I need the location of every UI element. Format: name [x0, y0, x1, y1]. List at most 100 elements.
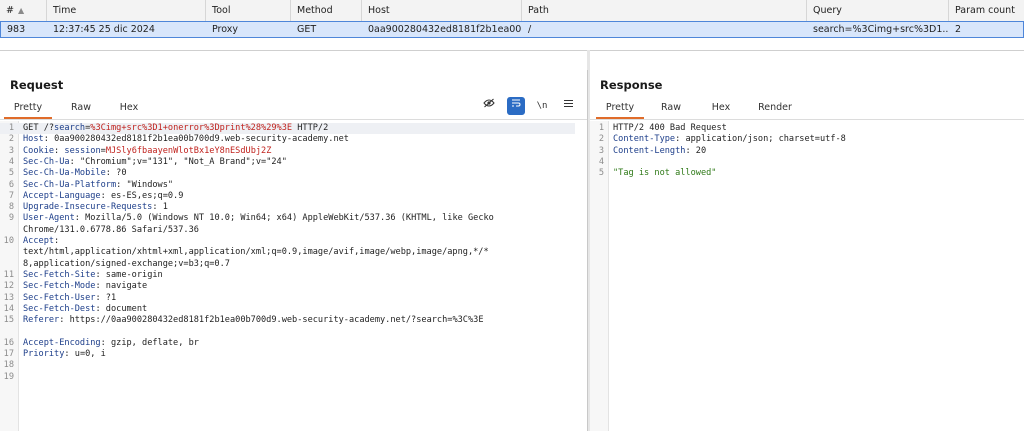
tab-hex[interactable]: Hex: [698, 98, 744, 119]
line-number: 3: [598, 145, 604, 156]
header-value: Mozilla/5.0 (Windows NT 10.0; Win64; x64…: [79, 213, 494, 224]
header-value: es-ES,es;q=0.9: [105, 190, 184, 201]
header-name: Sec-Ch-Ua: [23, 156, 70, 167]
header-name: Host: [23, 134, 44, 145]
line-number: 16: [3, 337, 14, 348]
table-row[interactable]: 983 12:37:45 25 dic 2024 Proxy GET 0aa90…: [0, 21, 1024, 38]
line-text: Host: 0aa900280432ed8181f2b1ea00b700d9.w…: [23, 134, 349, 145]
query-param-value: %3Cimg+src%3D1+onerror%3Dprint%28%29%3E: [90, 123, 293, 133]
sort-ascending-icon: ▲: [17, 6, 25, 15]
line-number: 5: [8, 168, 14, 179]
line-text: Accept-Encoding: gzip, deflate, br: [23, 338, 199, 349]
query-param-name: search: [54, 123, 86, 133]
row-time: 12:37:45 25 dic 2024: [53, 24, 155, 35]
plain-text: HTTP/2 400 Bad Request: [613, 123, 727, 133]
menu-icon[interactable]: [559, 97, 577, 115]
header-value: "Windows": [121, 179, 174, 190]
newline-icon[interactable]: \n: [533, 97, 551, 115]
code-line: 2 Host: 0aa900280432ed8181f2b1ea00b700d9.…: [0, 134, 575, 145]
line-text: User-Agent: Mozilla/5.0 (Windows NT 10.0…: [23, 213, 494, 224]
line-number: 13: [3, 292, 14, 303]
code-line: 15 Referer: https://0aa900280432ed8181f2b…: [0, 315, 575, 326]
line-text: Chrome/131.0.6778.86 Safari/537.36: [23, 225, 199, 236]
line-text: Sec-Fetch-User: ?1: [23, 293, 116, 304]
line-number: 9: [8, 213, 14, 224]
response-editor[interactable]: 1 HTTP/2 400 Bad Request 2 Content-Type: ap…: [590, 121, 1024, 431]
tab-raw[interactable]: Raw: [58, 98, 104, 119]
tab-hex[interactable]: Hex: [106, 98, 152, 119]
line-number: 4: [8, 156, 14, 167]
code-line: 12 Sec-Fetch-Mode: navigate: [0, 281, 575, 292]
header-value: 0aa900280432ed8181f2b1ea00b700d9.web-sec…: [48, 134, 349, 145]
line-text: "Tag is not allowed": [613, 168, 716, 179]
header-name: Content-Type: [613, 134, 676, 145]
tab-pretty[interactable]: Pretty: [4, 98, 52, 119]
line-text: Sec-Ch-Ua: "Chromium";v="131", "Not_A Br…: [23, 157, 287, 168]
response-panel: Response Pretty Raw Hex Render 1 HTTP/2 4…: [590, 70, 1024, 431]
line-text: HTTP/2 400 Bad Request: [613, 123, 727, 134]
column-header-method[interactable]: Method: [290, 0, 361, 21]
line-text: Sec-Fetch-Mode: navigate: [23, 281, 147, 292]
line-number: 8: [8, 202, 14, 213]
code-line: 2 Content-Type: application/json; charset…: [590, 134, 1024, 145]
code-line: 16 Accept-Encoding: gzip, deflate, br: [0, 338, 575, 349]
line-number: 11: [3, 269, 14, 280]
tab-divider: [590, 119, 1024, 120]
cookie-value: MJSly6fbaayenWlotBx1eY8nESdUbj2Z: [105, 145, 272, 156]
column-header-query[interactable]: Query: [806, 0, 948, 21]
column-header-host[interactable]: Host: [361, 0, 521, 21]
header-value: same-origin: [100, 269, 163, 280]
response-title: Response: [600, 78, 663, 92]
code-line: 19: [0, 372, 575, 383]
tab-pretty[interactable]: Pretty: [596, 98, 644, 119]
column-header-param-count[interactable]: Param count: [948, 0, 1024, 21]
line-number: 17: [3, 349, 14, 359]
request-title: Request: [10, 78, 64, 92]
eye-slash-icon[interactable]: [480, 97, 498, 115]
header-name: Sec-Fetch-Mode: [23, 281, 96, 292]
header-value: document: [100, 303, 148, 314]
tab-raw[interactable]: Raw: [648, 98, 694, 119]
line-text: Sec-Ch-Ua-Mobile: ?0: [23, 168, 127, 179]
code-line: 5 Sec-Ch-Ua-Mobile: ?0: [0, 168, 575, 179]
request-line-suffix: HTTP/2: [292, 123, 329, 133]
code-line: 1 HTTP/2 400 Bad Request: [590, 123, 1024, 134]
line-number: 5: [598, 168, 604, 179]
header-name: Accept-Encoding: [23, 337, 101, 348]
code-line: 17 Priority: u=0, i: [0, 349, 575, 360]
line-number: 2: [8, 134, 14, 145]
line-text: Accept:: [23, 236, 59, 247]
header-value: 1: [157, 202, 168, 213]
line-number: 18: [3, 360, 14, 371]
tab-render[interactable]: Render: [750, 98, 800, 119]
column-header-number[interactable]: # ▲: [0, 0, 46, 21]
request-panel: Request Pretty Raw Hex \n 1 GET /?search=…: [0, 70, 588, 431]
line-number: 19: [3, 371, 14, 382]
line-number: 14: [3, 303, 14, 314]
header-value: 20: [690, 145, 707, 156]
request-editor[interactable]: 1 GET /?search=%3Cimg+src%3D1+onerror%3Dp…: [0, 121, 587, 431]
wrap-lines-icon[interactable]: [507, 97, 525, 115]
request-line-prefix: GET /?: [23, 123, 55, 133]
header-name: Sec-Fetch-Site: [23, 269, 96, 280]
line-number: 4: [598, 156, 604, 167]
code-line: 4: [590, 157, 1024, 168]
header-name: Accept: [23, 236, 55, 246]
column-header-tool[interactable]: Tool: [205, 0, 290, 21]
header-value: ?1: [100, 292, 117, 303]
request-toolbar: \n: [480, 97, 580, 117]
column-header-path[interactable]: Path: [521, 0, 806, 21]
row-query: search=%3Cimg+src%3D1...: [813, 24, 949, 35]
line-text: Sec-Fetch-Site: same-origin: [23, 270, 163, 281]
code-line: 3 Content-Length: 20: [590, 146, 1024, 157]
line-text: Upgrade-Insecure-Requests: 1: [23, 202, 168, 213]
header-value: "Chromium";v="131", "Not_A Brand";v="24": [74, 156, 287, 167]
row-param-count: 2: [955, 24, 962, 35]
plain-text: 8,application/signed-exchange;v=b3;q=0.7: [23, 258, 230, 269]
code-line: 14 Sec-Fetch-Dest: document: [0, 304, 575, 315]
code-line: Chrome/131.0.6778.86 Safari/537.36: [0, 225, 575, 236]
header-name: Sec-Fetch-User: [23, 292, 96, 303]
column-header-time[interactable]: Time: [46, 0, 205, 21]
line-text: 8,application/signed-exchange;v=b3;q=0.7: [23, 259, 230, 270]
code-line: 18: [0, 360, 575, 371]
